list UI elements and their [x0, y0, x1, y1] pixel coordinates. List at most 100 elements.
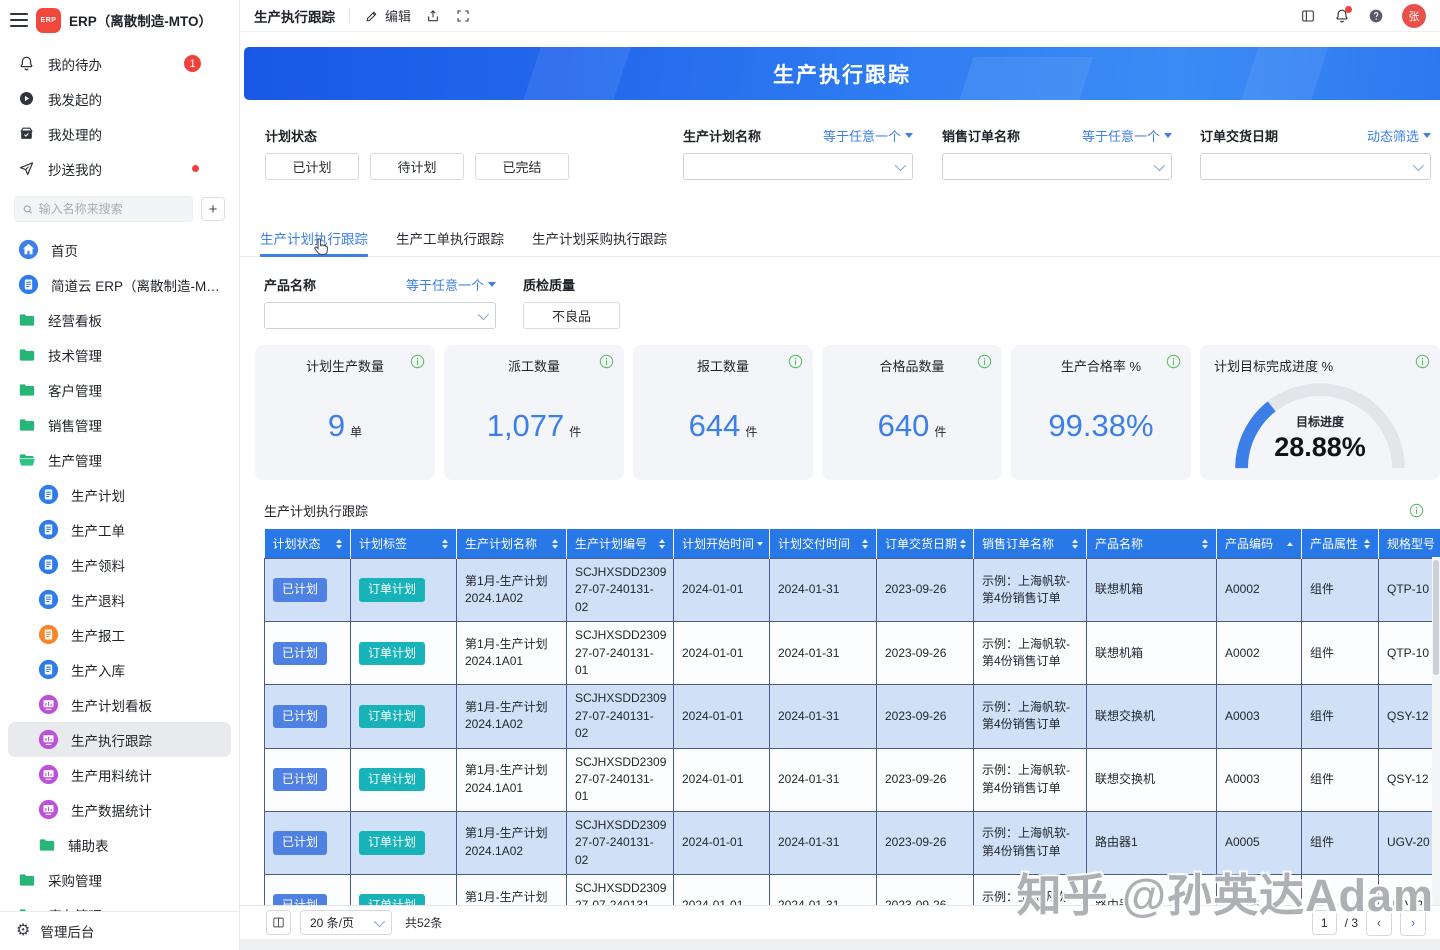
- plan-name-operator-link[interactable]: 等于任意一个: [823, 126, 913, 145]
- table-row-1[interactable]: 已计划订单计划第1月-生产计划2024.1A01SCJHXSDD2309 27-…: [265, 622, 1440, 685]
- product-name-operator-link[interactable]: 等于任意一个: [406, 275, 496, 294]
- sidebar-nav-item-1[interactable]: 简道云 ERP（离散制造-MTO）…: [8, 267, 231, 302]
- table-row-0[interactable]: 已计划订单计划第1月-生产计划2024.1A02SCJHXSDD2309 27-…: [265, 559, 1440, 622]
- column-header-7[interactable]: 销售订单名称: [974, 529, 1087, 559]
- app-logo[interactable]: ERP: [36, 8, 61, 33]
- column-header-3[interactable]: 生产计划编号: [567, 529, 674, 559]
- sidebar-quick-item-1[interactable]: 我发起的: [8, 81, 231, 116]
- sidebar-nav-item-6[interactable]: 生产管理: [8, 442, 231, 477]
- table-cell: 2024-01-31: [770, 811, 877, 874]
- column-header-5[interactable]: 计划交付时间: [770, 529, 877, 559]
- table-row-3[interactable]: 已计划订单计划第1月-生产计划2024.1A01SCJHXSDD2309 27-…: [265, 748, 1440, 811]
- sort-icon: [1202, 539, 1208, 549]
- sidebar-nav-item-3[interactable]: 技术管理: [8, 337, 231, 372]
- edit-button[interactable]: 编辑: [364, 6, 411, 25]
- table-cell: SCJHXSDD2309 27-07-240131-01: [567, 874, 674, 905]
- table-cell: 订单计划: [351, 748, 457, 811]
- next-page-button[interactable]: ›: [1400, 910, 1426, 936]
- sidebar-nav-item-15[interactable]: 生产用料统计: [8, 757, 231, 792]
- column-header-1[interactable]: 计划标签: [351, 529, 457, 559]
- column-header-9[interactable]: 产品编码: [1217, 529, 1302, 559]
- hamburger-icon[interactable]: [10, 13, 28, 27]
- sidebar-nav-item-5[interactable]: 销售管理: [8, 407, 231, 442]
- column-header-8[interactable]: 产品名称: [1087, 529, 1217, 559]
- doc-blue-icon: [38, 484, 59, 505]
- sidebar-nav-item-14[interactable]: 生产执行跟踪: [8, 722, 231, 757]
- tab-2[interactable]: 生产计划采购执行跟踪: [532, 220, 667, 256]
- sidebar-nav-item-2[interactable]: 经营看板: [8, 302, 231, 337]
- product-name-select[interactable]: [264, 302, 496, 329]
- sales-order-operator-link[interactable]: 等于任意一个: [1082, 126, 1172, 145]
- table-row-2[interactable]: 已计划订单计划第1月-生产计划2024.1A02SCJHXSDD2309 27-…: [265, 685, 1440, 748]
- table-row-5[interactable]: 已计划订单计划第1月-生产计划2024.1A01SCJHXSDD2309 27-…: [265, 874, 1440, 905]
- search-box[interactable]: [14, 196, 193, 222]
- delivery-date-select[interactable]: [1200, 153, 1431, 180]
- sidebar-quick-item-2[interactable]: 我处理的: [8, 116, 231, 151]
- info-icon[interactable]: [977, 354, 992, 369]
- table-cell: 订单计划: [351, 685, 457, 748]
- delivery-date-operator-link[interactable]: 动态筛选: [1367, 126, 1431, 145]
- sidebar-nav-item-0[interactable]: 首页: [8, 232, 231, 267]
- fullscreen-button[interactable]: [455, 8, 471, 24]
- info-icon[interactable]: [1415, 354, 1430, 369]
- avatar[interactable]: 张: [1402, 4, 1426, 28]
- column-settings-button[interactable]: [266, 910, 291, 935]
- info-icon[interactable]: [1166, 354, 1181, 369]
- table-row-4[interactable]: 已计划订单计划第1月-生产计划2024.1A02SCJHXSDD2309 27-…: [265, 811, 1440, 874]
- sidebar-nav-item-10[interactable]: 生产退料: [8, 582, 231, 617]
- status-option-1[interactable]: 待计划: [370, 153, 464, 180]
- table-cell: 联想机箱: [1087, 622, 1217, 685]
- sidebar-nav-item-4[interactable]: 客户管理: [8, 372, 231, 407]
- column-header-0[interactable]: 计划状态: [265, 529, 351, 559]
- kpi-title: 生产合格率 %: [1011, 356, 1191, 375]
- sidebar-nav-item-12[interactable]: 生产入库: [8, 652, 231, 687]
- info-icon[interactable]: [599, 354, 614, 369]
- quality-defective-button[interactable]: 不良品: [523, 302, 620, 329]
- notifications-button[interactable]: [1334, 8, 1350, 24]
- column-header-4[interactable]: 计划开始时间: [674, 529, 770, 559]
- plan-name-select[interactable]: [683, 153, 913, 180]
- sidebar-nav-item-17[interactable]: 辅助表: [8, 827, 231, 862]
- sidebar-nav-item-8[interactable]: 生产工单: [8, 512, 231, 547]
- info-icon[interactable]: [410, 354, 425, 369]
- admin-console-item[interactable]: ⚙ 管理后台: [0, 911, 239, 950]
- status-badge: 已计划: [273, 705, 327, 728]
- prev-page-button[interactable]: ‹: [1366, 910, 1392, 936]
- sidebar-nav-item-18[interactable]: 采购管理: [8, 862, 231, 897]
- table-cell: A0003: [1217, 685, 1302, 748]
- sidebar-nav-item-16[interactable]: 生产数据统计: [8, 792, 231, 827]
- column-header-10[interactable]: 产品属性: [1302, 529, 1379, 559]
- share-button[interactable]: [425, 8, 441, 24]
- help-button[interactable]: [1368, 8, 1384, 24]
- folder-open-icon: [18, 451, 36, 469]
- page-size-select[interactable]: 20 条/页: [300, 910, 392, 935]
- status-option-2[interactable]: 已完结: [475, 153, 569, 180]
- chevron-down-icon: [1154, 160, 1165, 171]
- sidebar-nav-item-13[interactable]: 生产计划看板: [8, 687, 231, 722]
- add-button[interactable]: +: [201, 197, 225, 221]
- tab-1[interactable]: 生产工单执行跟踪: [396, 220, 504, 256]
- column-header-11[interactable]: 规格型号: [1379, 529, 1440, 559]
- kpi-title: 计划生产数量: [255, 356, 435, 375]
- column-header-6[interactable]: 订单交货日期: [877, 529, 974, 559]
- status-option-0[interactable]: 已计划: [265, 153, 359, 180]
- column-header-2[interactable]: 生产计划名称: [457, 529, 567, 559]
- sidebar-nav-item-11[interactable]: 生产报工: [8, 617, 231, 652]
- sales-order-select[interactable]: [942, 153, 1172, 180]
- panel-toggle-button[interactable]: [1300, 8, 1316, 24]
- pencil-icon: [364, 8, 380, 24]
- search-input[interactable]: [39, 202, 185, 216]
- page-input[interactable]: 1: [1312, 910, 1337, 935]
- sidebar-nav-item-9[interactable]: 生产领料: [8, 547, 231, 582]
- sidebar-nav-item-7[interactable]: 生产计划: [8, 477, 231, 512]
- sidebar-quick-item-3[interactable]: 抄送我的: [8, 151, 231, 186]
- gauge-value: 28.88%: [1222, 432, 1418, 463]
- info-icon[interactable]: [1409, 503, 1424, 518]
- kpi-value: 99.38%: [1011, 408, 1191, 444]
- table-cell: 组件: [1302, 874, 1379, 905]
- sidebar-quick-item-0[interactable]: 我的待办1: [8, 46, 231, 81]
- scrollbar-thumb[interactable]: [1433, 560, 1439, 675]
- kpi-unit: 单: [350, 425, 362, 439]
- info-icon[interactable]: [788, 354, 803, 369]
- sidebar-nav-item-19[interactable]: 库存管理: [8, 897, 231, 911]
